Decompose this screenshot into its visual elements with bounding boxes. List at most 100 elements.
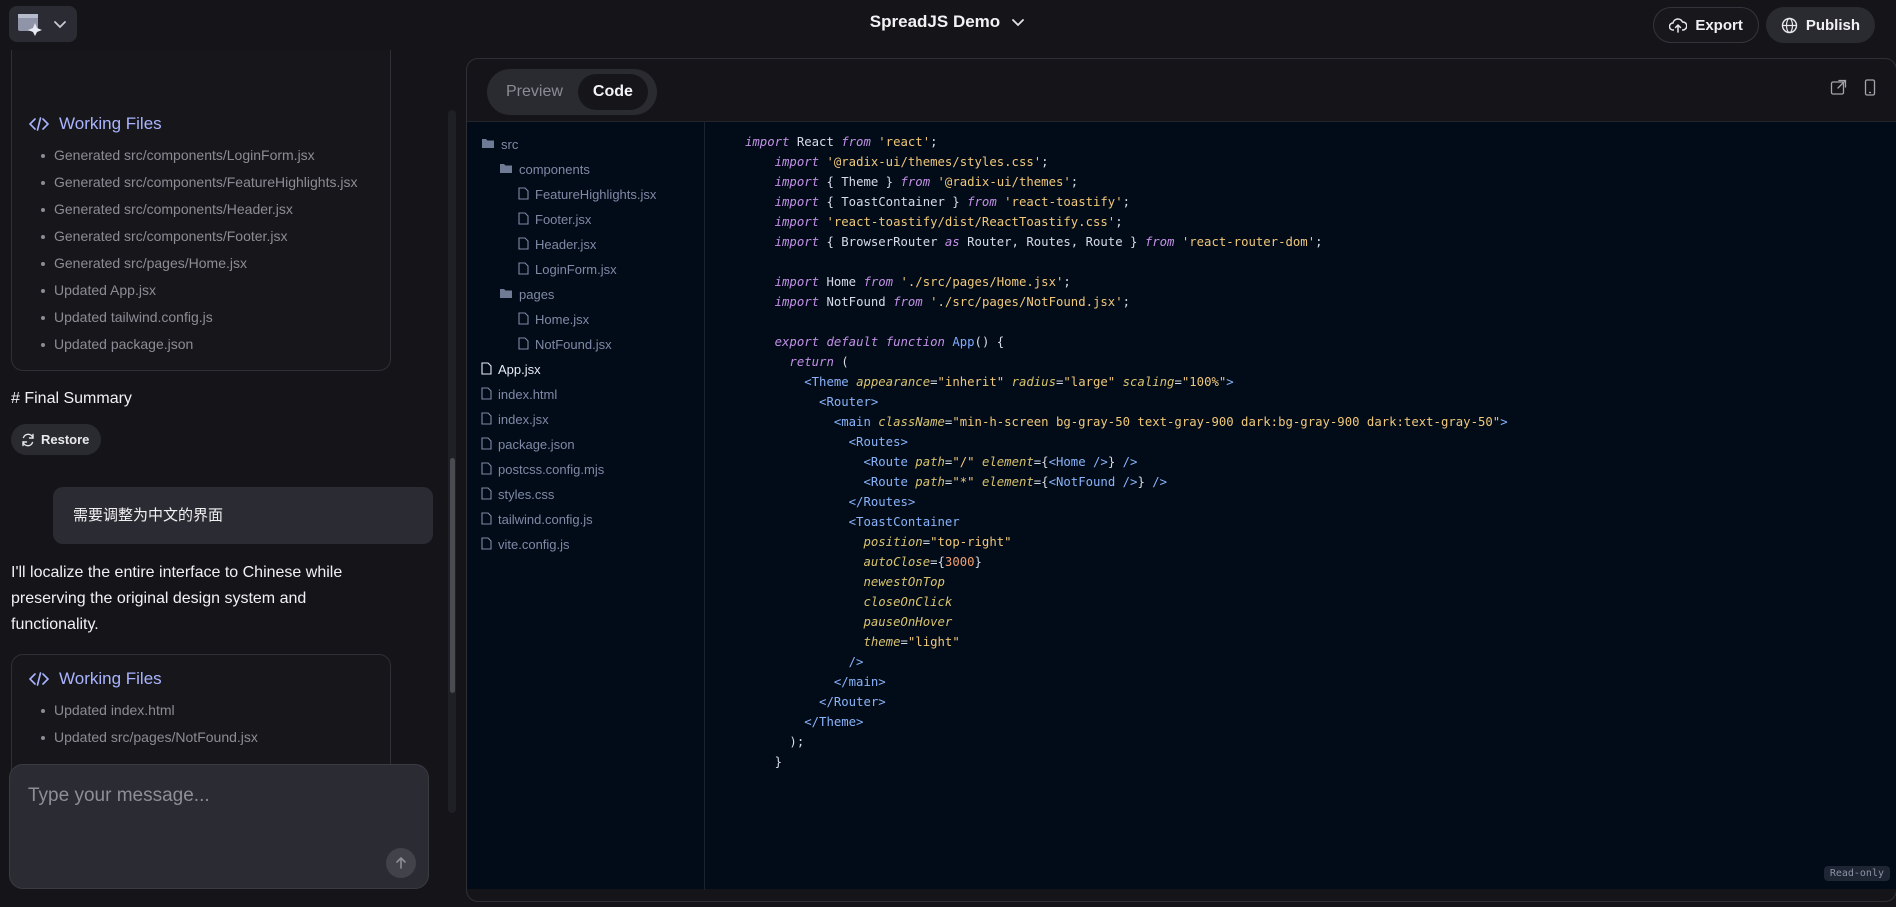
tree-item-label: index.html bbox=[498, 387, 558, 402]
tree-folder[interactable]: pages bbox=[467, 282, 704, 307]
code-line: import { BrowserRouter as Router, Routes… bbox=[745, 232, 1508, 252]
code-token: 'react-toastify/dist/ReactToastify.css' bbox=[826, 215, 1116, 229]
code-token: </main> bbox=[833, 675, 886, 689]
code-token: ; bbox=[1315, 235, 1323, 249]
code-token: autoClose bbox=[863, 555, 931, 569]
file-icon bbox=[518, 236, 529, 253]
working-files-card: Working Files Generated src/components/L… bbox=[11, 50, 391, 371]
tree-file[interactable]: tailwind.config.js bbox=[467, 507, 704, 532]
code-token: () { bbox=[974, 335, 1005, 349]
restore-button[interactable]: Restore bbox=[11, 424, 102, 455]
code-token: position bbox=[863, 535, 923, 549]
code-token: } bbox=[1107, 455, 1123, 469]
open-external-icon[interactable] bbox=[1830, 79, 1847, 96]
code-token: function bbox=[885, 335, 945, 349]
code-token: element bbox=[981, 475, 1034, 489]
tree-file[interactable]: LoginForm.jsx bbox=[467, 257, 704, 282]
code-token: path bbox=[915, 475, 945, 489]
code-token: "large" bbox=[1063, 375, 1116, 389]
tab-preview[interactable]: Preview bbox=[491, 74, 578, 110]
tree-file[interactable]: vite.config.js bbox=[467, 532, 704, 557]
working-files-title: Working Files bbox=[59, 669, 162, 688]
code-viewer[interactable]: import React from 'react'; import '@radi… bbox=[745, 132, 1508, 772]
code-token: "top-right" bbox=[930, 535, 1012, 549]
code-line: <Routes> bbox=[745, 432, 1508, 452]
code-token: '@radix-ui/themes/styles.css' bbox=[826, 155, 1042, 169]
message-input[interactable] bbox=[28, 785, 408, 807]
tree-file[interactable]: Footer.jsx bbox=[467, 207, 704, 232]
code-line: import Home from './src/pages/Home.jsx'; bbox=[745, 272, 1508, 292]
code-token: /> bbox=[1122, 455, 1138, 469]
tree-file[interactable]: FeatureHighlights.jsx bbox=[467, 182, 704, 207]
code-token: import bbox=[774, 175, 820, 189]
chat-scrollbar-thumb[interactable] bbox=[450, 458, 455, 693]
code-token: <NotFound bbox=[1048, 475, 1116, 489]
export-button[interactable]: Export bbox=[1653, 7, 1759, 43]
tree-item-label: Home.jsx bbox=[535, 312, 590, 327]
tree-folder[interactable]: components bbox=[467, 157, 704, 182]
editor-panel: Preview Code src components FeatureHighlig… bbox=[466, 58, 1896, 902]
code-token: ; bbox=[1070, 175, 1079, 189]
working-file-item: Updated App.jsx bbox=[41, 281, 374, 300]
tree-file[interactable]: NotFound.jsx bbox=[467, 332, 704, 357]
tree-file[interactable]: index.html bbox=[467, 382, 704, 407]
file-icon bbox=[481, 461, 492, 478]
code-token: as bbox=[944, 235, 960, 249]
code-token: from bbox=[893, 295, 923, 309]
code-token: import bbox=[774, 155, 820, 169]
code-token: 3000 bbox=[944, 555, 975, 569]
code-token: scaling bbox=[1122, 375, 1175, 389]
code-token: ); bbox=[745, 735, 805, 749]
file-icon bbox=[518, 186, 529, 203]
project-title-dropdown[interactable]: SpreadJS Demo bbox=[0, 12, 1896, 32]
code-token: <Route bbox=[863, 475, 908, 489]
code-line: ​ bbox=[745, 252, 1508, 272]
tree-file[interactable]: index.jsx bbox=[467, 407, 704, 432]
tree-file[interactable]: Header.jsx bbox=[467, 232, 704, 257]
code-token: } bbox=[1137, 475, 1153, 489]
code-line: <main className="min-h-screen bg-gray-50… bbox=[745, 412, 1508, 432]
code-token: NotFound bbox=[819, 295, 894, 309]
code-token: from bbox=[1144, 235, 1175, 249]
tree-file[interactable]: postcss.config.mjs bbox=[467, 457, 704, 482]
code-token: radius bbox=[1011, 375, 1056, 389]
code-line: </Router> bbox=[745, 692, 1508, 712]
code-token: Home bbox=[819, 275, 864, 289]
tab-code[interactable]: Code bbox=[577, 74, 648, 110]
send-button[interactable] bbox=[386, 848, 416, 878]
tree-item-label: LoginForm.jsx bbox=[535, 262, 617, 277]
code-line: <Route path="*" element={<NotFound />} /… bbox=[745, 472, 1508, 492]
tree-file[interactable]: styles.css bbox=[467, 482, 704, 507]
code-token: closeOnClick bbox=[863, 595, 953, 609]
file-icon bbox=[518, 336, 529, 353]
globe-icon bbox=[1781, 17, 1798, 33]
cloud-upload-icon bbox=[1669, 18, 1688, 33]
code-token: <Router> bbox=[819, 395, 879, 409]
file-icon bbox=[518, 261, 529, 278]
tree-file[interactable]: package.json bbox=[467, 432, 704, 457]
publish-button[interactable]: Publish bbox=[1765, 7, 1875, 43]
tree-file[interactable]: App.jsx bbox=[467, 357, 704, 382]
code-token: import bbox=[774, 275, 820, 289]
assistant-message: I'll localize the entire interface to Ch… bbox=[11, 564, 343, 633]
code-icon bbox=[29, 117, 49, 131]
tree-file[interactable]: Home.jsx bbox=[467, 307, 704, 332]
code-icon bbox=[29, 672, 49, 686]
tree-folder[interactable]: src bbox=[467, 132, 704, 157]
mobile-view-icon[interactable] bbox=[1864, 79, 1876, 96]
code-token: ; bbox=[1115, 215, 1123, 229]
